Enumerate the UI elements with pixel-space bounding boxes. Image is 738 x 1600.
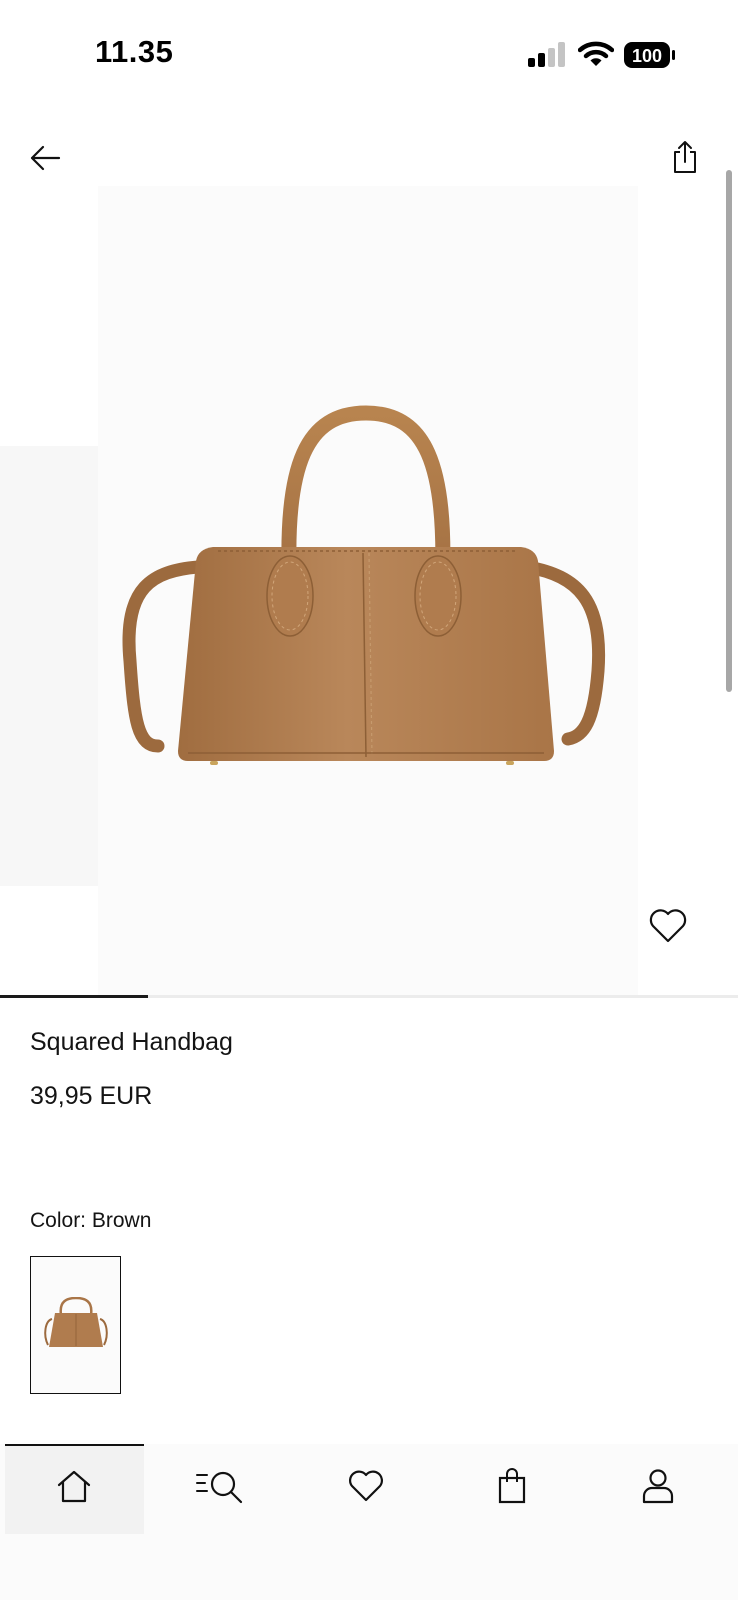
profile-icon [642, 1469, 674, 1504]
color-swatch-brown[interactable] [30, 1256, 121, 1394]
nav-profile[interactable] [628, 1456, 688, 1516]
battery-icon: 100 [624, 42, 675, 68]
product-image [122, 405, 606, 765]
search-menu-icon [196, 1471, 243, 1504]
gallery-progress [0, 995, 738, 998]
arrow-left-icon [30, 145, 61, 171]
cellular-signal-icon [528, 42, 565, 67]
status-bar: 11.35 100 [0, 0, 738, 100]
swatch-thumbnail-image [43, 1297, 108, 1347]
share-icon [674, 141, 696, 173]
battery-level: 100 [632, 46, 662, 66]
wishlist-button[interactable] [648, 908, 694, 954]
shopping-bag-icon [498, 1468, 526, 1504]
page-scrollbar[interactable] [726, 170, 732, 692]
active-tab-indicator [5, 1444, 144, 1446]
product-price: 39,95 EUR [30, 1082, 153, 1110]
wifi-icon [578, 41, 614, 66]
nav-bag[interactable] [482, 1456, 542, 1516]
status-time: 11.35 [95, 34, 174, 69]
share-button[interactable] [662, 134, 708, 180]
product-image-gallery[interactable] [0, 186, 738, 996]
adjacent-image-edge [0, 446, 98, 886]
back-button[interactable] [22, 135, 68, 181]
heart-outline-icon [649, 909, 687, 943]
nav-home[interactable] [44, 1456, 104, 1516]
bottom-navigation [0, 1444, 738, 1600]
heart-icon [349, 1470, 383, 1502]
product-name: Squared Handbag [30, 1028, 233, 1056]
gallery-progress-fill [0, 995, 148, 998]
color-label: Color: Brown [30, 1209, 152, 1232]
home-icon [57, 1470, 91, 1503]
nav-search[interactable] [190, 1456, 250, 1516]
nav-wishlist[interactable] [336, 1456, 396, 1516]
